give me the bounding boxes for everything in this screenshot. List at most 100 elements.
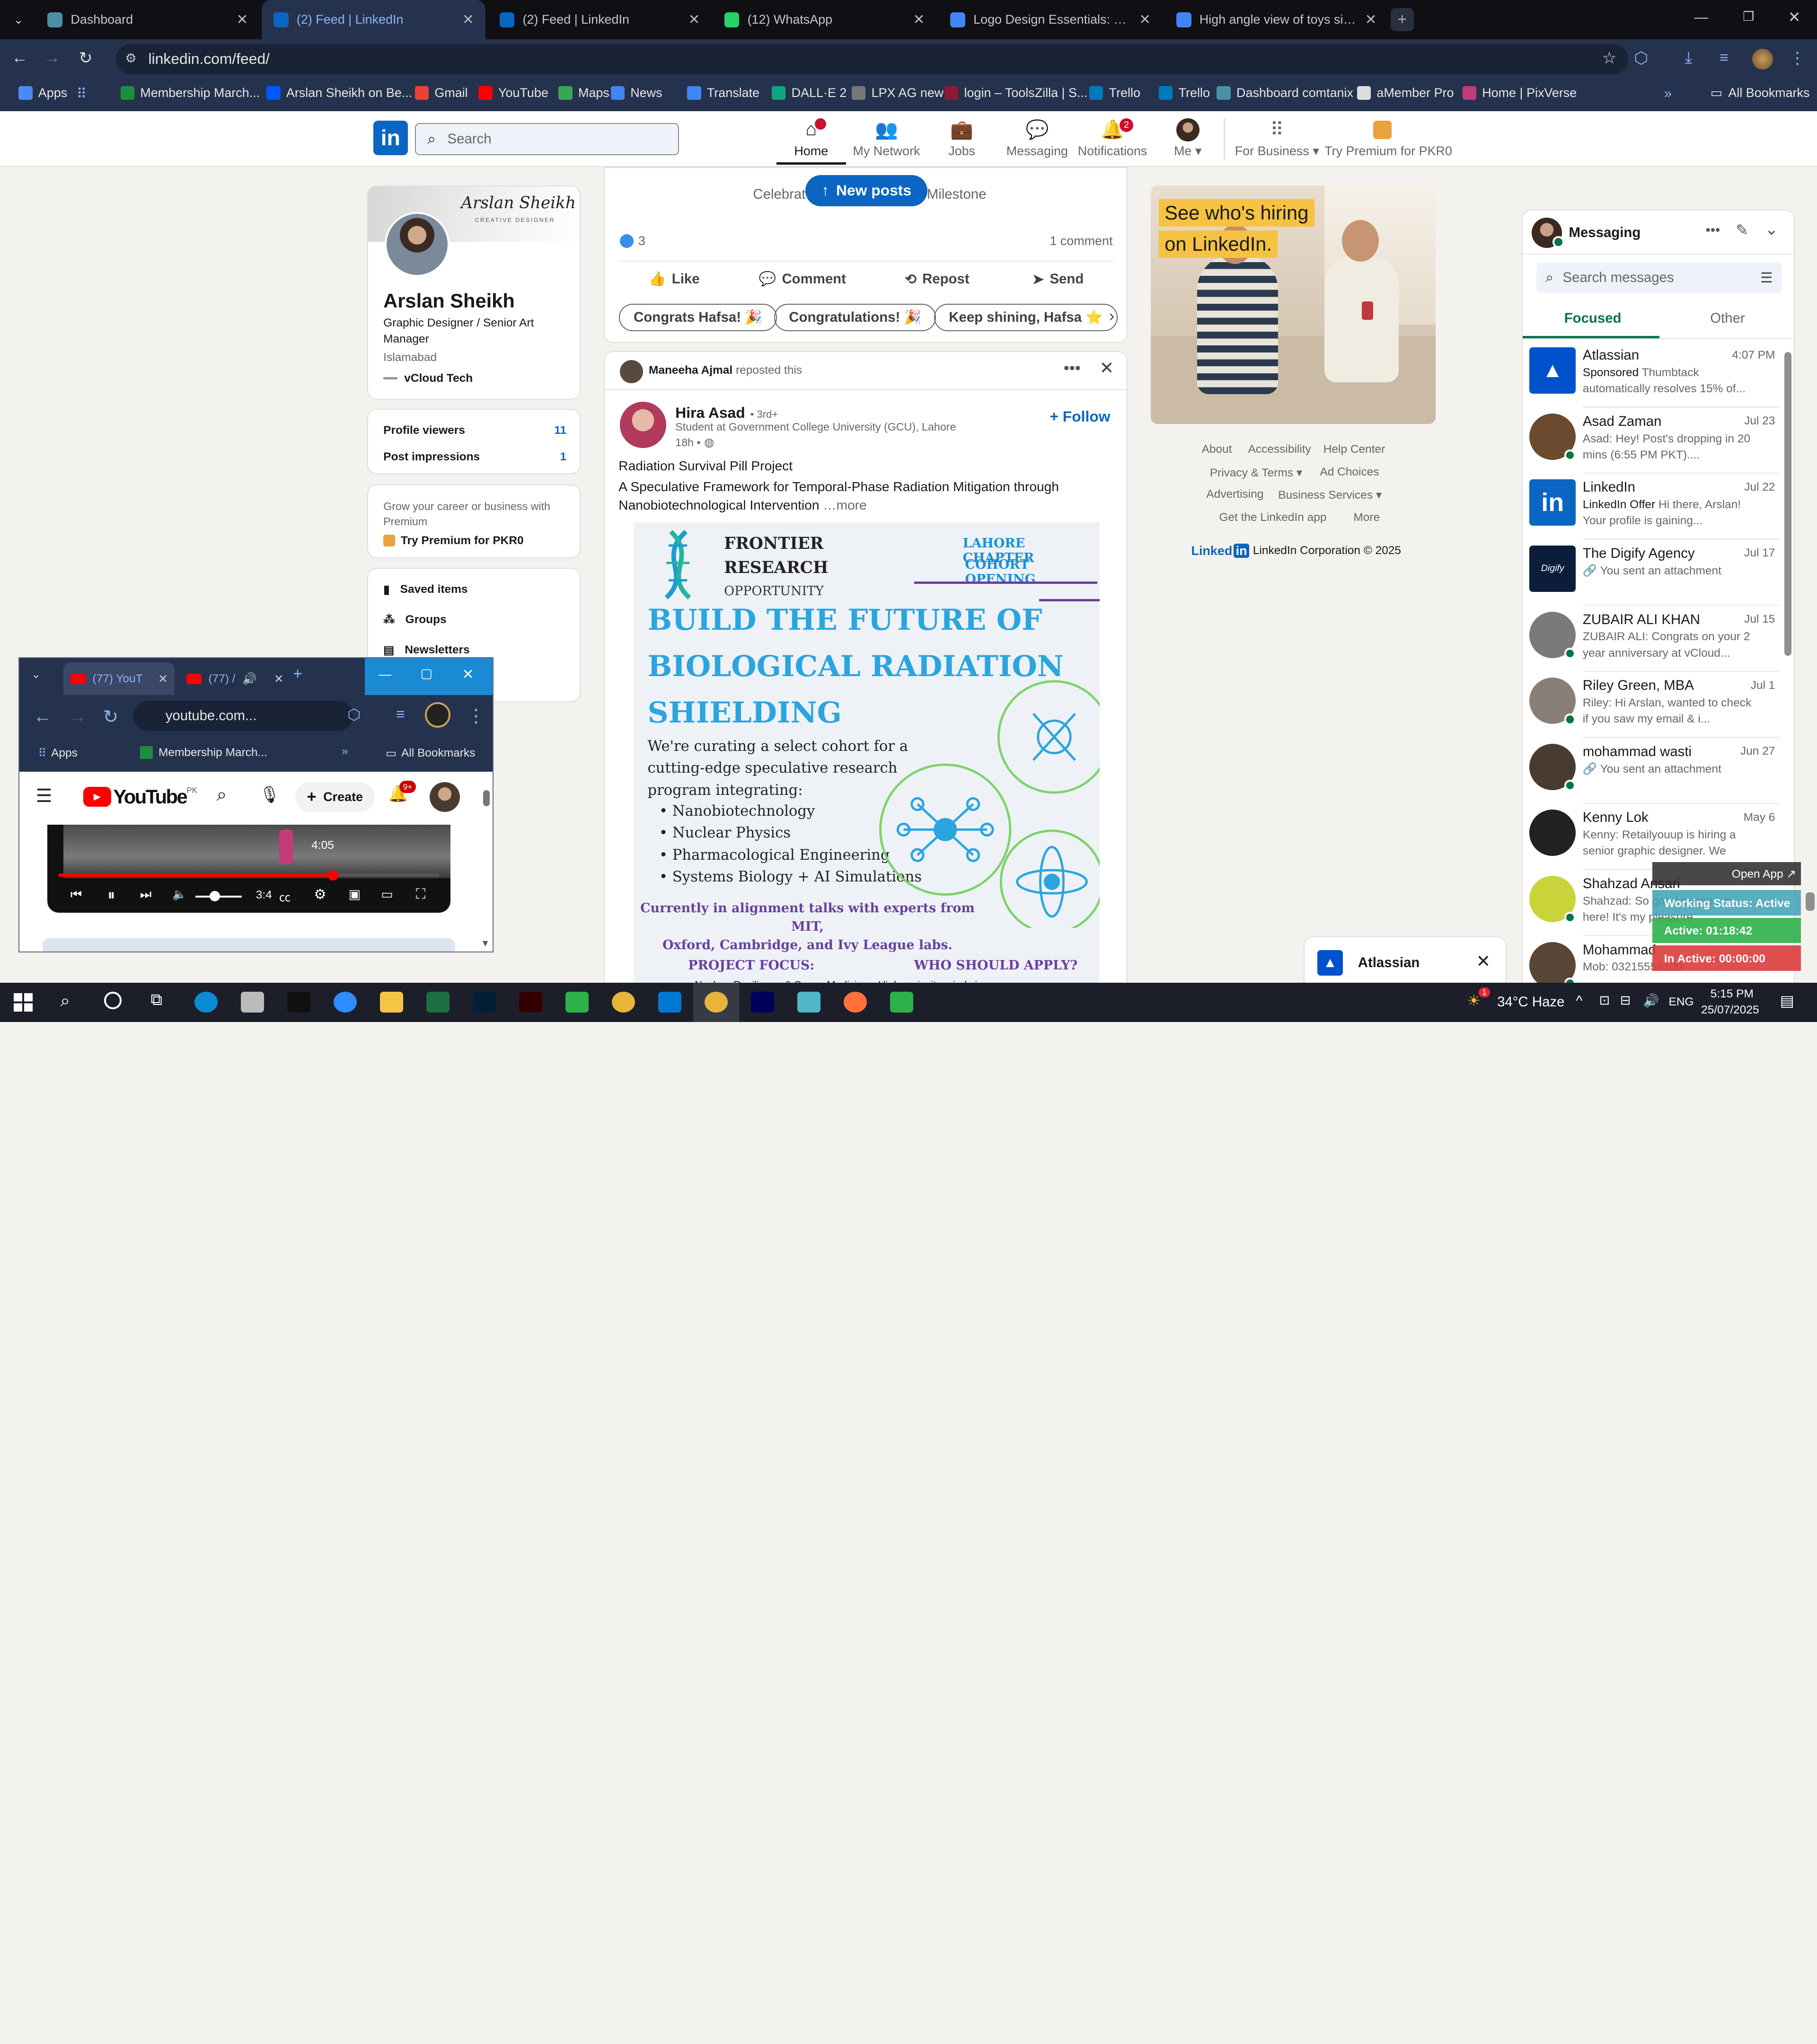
next-icon[interactable]: ⏭ bbox=[140, 887, 151, 902]
yt-address-bar[interactable]: youtube.com... bbox=[133, 701, 353, 731]
yt-back-icon[interactable]: ← bbox=[34, 706, 52, 727]
yt-profile-avatar[interactable] bbox=[425, 702, 451, 728]
conversation-item[interactable]: Asad Zaman Jul 23 Asad: Hey! Post's droppi… bbox=[1523, 408, 1784, 474]
profile-company[interactable]: vCloud Tech bbox=[383, 372, 473, 385]
tab-other[interactable]: Other bbox=[1710, 310, 1745, 326]
forward-icon[interactable]: → bbox=[44, 49, 60, 67]
bookmark-item[interactable]: Translate bbox=[687, 86, 759, 100]
yt-minimize-icon[interactable]: — bbox=[379, 667, 391, 682]
conversation-item[interactable]: Digify The Digify Agency Jul 17 🔗 You sent … bbox=[1523, 540, 1784, 606]
nav-avatar[interactable]: Me ▾ bbox=[1141, 118, 1234, 159]
nav-premium[interactable]: Try Premium for PKR0 bbox=[1324, 118, 1452, 159]
yt-menu-icon[interactable]: ⋮ bbox=[467, 705, 485, 727]
all-bookmarks[interactable]: ▭ All Bookmarks bbox=[1711, 86, 1810, 100]
profile-photo[interactable] bbox=[384, 211, 450, 277]
bookmark-item[interactable]: YouTube bbox=[478, 86, 548, 100]
tray-app-icon[interactable]: ⊡ bbox=[1599, 993, 1610, 1008]
close-window-button[interactable]: ✕ bbox=[1788, 8, 1801, 26]
author-name[interactable]: Hira Asad bbox=[675, 404, 745, 421]
premium-cta[interactable]: Try Premium for PKR0 bbox=[383, 534, 524, 547]
premiere-icon[interactable] bbox=[750, 992, 774, 1013]
footer-link-advertising[interactable]: Advertising bbox=[1206, 488, 1263, 501]
footer-link-business[interactable]: Business Services ▾ bbox=[1278, 488, 1382, 502]
dismiss-post-icon[interactable]: ✕ bbox=[1100, 358, 1114, 378]
conversation-item[interactable]: in LinkedIn Jul 22 LinkedIn Offer Hi there,… bbox=[1523, 474, 1784, 540]
close-tab-icon[interactable]: ✕ bbox=[913, 11, 925, 28]
tab-groups-icon[interactable]: ⠿ bbox=[77, 86, 87, 102]
yt-bookmark-membership[interactable]: Membership March... bbox=[140, 746, 267, 759]
nav-grid[interactable]: ⠿ For Business ▾ bbox=[1231, 118, 1323, 159]
popup-chat-header[interactable]: ▲ Atlassian ✕ bbox=[1304, 936, 1507, 988]
messaging-title[interactable]: Messaging bbox=[1569, 225, 1641, 241]
linkedin-logo[interactable]: in bbox=[373, 120, 408, 156]
bookmark-item[interactable]: Dashboard comtanix bbox=[1217, 86, 1353, 100]
tab-search-button[interactable]: ⌄ bbox=[7, 9, 30, 30]
bookmark-star-icon[interactable]: ☆ bbox=[1602, 49, 1617, 68]
weather-text[interactable]: 34°C Haze bbox=[1497, 994, 1564, 1010]
stat-profile-viewers[interactable]: Profile viewers 11 bbox=[383, 424, 566, 437]
browser-tab[interactable]: Logo Design Essentials: What E✕ bbox=[939, 0, 1163, 39]
bookmark-item[interactable]: Trello bbox=[1159, 86, 1210, 100]
language-indicator[interactable]: ENG bbox=[1669, 996, 1694, 1009]
browser-tab[interactable]: (12) WhatsApp ✕ bbox=[713, 0, 936, 39]
theater-mode-icon[interactable]: ▭ bbox=[381, 887, 393, 902]
author-avatar[interactable] bbox=[619, 402, 666, 449]
open-app-button[interactable]: Open App ↗ bbox=[1652, 862, 1801, 886]
close-tab-icon[interactable]: ✕ bbox=[688, 11, 700, 28]
yt-tab-1[interactable]: (77) YouT ✕ bbox=[63, 662, 175, 695]
close-tab-icon[interactable]: ✕ bbox=[274, 672, 284, 686]
conversation-item[interactable]: Riley Green, MBA Jul 1 Riley: Hi Arslan, w… bbox=[1523, 672, 1784, 738]
suggestion-pill-3[interactable]: Keep shining, Hafsa ⭐ bbox=[934, 303, 1118, 332]
linkedin-search-bar[interactable]: ⌕ Search bbox=[415, 123, 679, 156]
tray-chevron-icon[interactable]: ^ bbox=[1576, 993, 1583, 1009]
profile-name[interactable]: Arslan Sheikh bbox=[383, 290, 515, 312]
browser-tab[interactable]: (2) Feed | LinkedIn ✕ bbox=[262, 0, 486, 40]
yt-scroll-down-icon[interactable]: ▼ bbox=[481, 938, 490, 949]
yt-scrollbar[interactable] bbox=[483, 790, 490, 807]
weather-icon[interactable]: ☀ bbox=[1467, 992, 1481, 1010]
close-tab-icon[interactable]: ✕ bbox=[462, 11, 474, 28]
browser-tab[interactable]: Dashboard ✕ bbox=[36, 0, 260, 39]
suggestion-pill-1[interactable]: Congrats Hafsa! 🎉 bbox=[618, 303, 777, 332]
bookmark-item[interactable]: aMember Pro bbox=[1357, 86, 1454, 100]
miniplayer-icon[interactable]: ▣ bbox=[349, 887, 361, 902]
new-tab-button[interactable]: + bbox=[1390, 8, 1414, 32]
groups-link[interactable]: ⁂ Groups bbox=[383, 613, 447, 627]
like-button[interactable]: 👍 Like bbox=[649, 271, 700, 287]
premium-card[interactable]: Grow your career or business with Premiu… bbox=[367, 484, 581, 559]
settings-gear-icon[interactable]: ⚙ bbox=[314, 886, 326, 903]
filter-icon[interactable]: ☰ bbox=[1760, 270, 1773, 286]
zoom-icon[interactable] bbox=[334, 992, 357, 1013]
extensions-icon[interactable]: ⬡ bbox=[1634, 49, 1648, 68]
restore-button[interactable]: ❐ bbox=[1743, 9, 1754, 24]
bookmark-item[interactable]: DALL·E 2 bbox=[772, 86, 847, 100]
tab-focused[interactable]: Focused bbox=[1564, 310, 1622, 326]
close-chat-icon[interactable]: ✕ bbox=[1476, 951, 1491, 971]
illustrator-icon[interactable] bbox=[519, 992, 543, 1013]
post-menu-icon[interactable]: ••• bbox=[1064, 359, 1081, 378]
firefox-icon[interactable] bbox=[843, 992, 867, 1013]
see-more-link[interactable]: …more bbox=[823, 498, 866, 512]
pause-icon[interactable]: ⏸ bbox=[107, 886, 115, 904]
conversation-scrollbar[interactable] bbox=[1784, 352, 1791, 656]
task-view-icon[interactable]: ⧉ bbox=[150, 991, 162, 1009]
folder-icon[interactable] bbox=[380, 992, 404, 1013]
start-windows-icon[interactable] bbox=[14, 993, 33, 1012]
footer-link-accessibility[interactable]: Accessibility bbox=[1248, 443, 1311, 456]
terminal-icon[interactable] bbox=[287, 992, 311, 1013]
yt-reload-icon[interactable]: ↻ bbox=[103, 706, 118, 728]
conversation-item[interactable]: Kenny Lok May 6 Kenny: Retailyouup is hiri… bbox=[1523, 804, 1784, 870]
bookmark-item[interactable]: News bbox=[610, 86, 662, 100]
youtube-logo[interactable]: ▶ YouTube PK bbox=[83, 785, 197, 808]
yt-extensions-icon[interactable]: ⬡ bbox=[347, 705, 361, 723]
excel-icon[interactable] bbox=[426, 992, 450, 1013]
footer-link-more[interactable]: More bbox=[1353, 511, 1380, 524]
stat-post-impressions[interactable]: Post impressions 1 bbox=[383, 450, 566, 464]
yt-close-icon[interactable]: ✕ bbox=[462, 666, 474, 683]
newsletters-link[interactable]: ▤ Newsletters bbox=[383, 643, 470, 657]
progress-scrubber[interactable] bbox=[327, 870, 339, 881]
minimize-button[interactable]: — bbox=[1694, 9, 1708, 26]
back-icon[interactable]: ← bbox=[11, 49, 27, 67]
network-icon[interactable]: ⊟ bbox=[1620, 993, 1631, 1008]
collapse-chevron-icon[interactable]: ⌄ bbox=[1764, 220, 1778, 239]
